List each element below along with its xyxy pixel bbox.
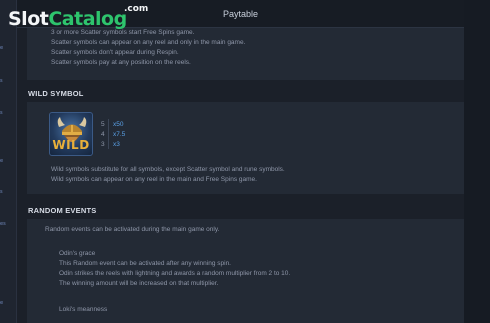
lokis-meanness-title: Loki's meanness xyxy=(59,306,108,313)
rail-item[interactable]: s xyxy=(0,78,3,84)
rail-item[interactable]: e xyxy=(0,300,3,306)
scatter-line: Scatter symbols can appear on any reel a… xyxy=(51,39,246,46)
wild-word: WILD xyxy=(52,138,90,152)
left-nav-rail: e s s e s es e xyxy=(0,0,17,323)
wild-pay-row: 4 x7.5 xyxy=(101,130,125,139)
rail-item[interactable]: s xyxy=(0,189,3,195)
right-edge-strip xyxy=(464,0,490,323)
logo-text-catalog: Catalog xyxy=(48,8,127,30)
rail-item[interactable]: e xyxy=(0,158,3,164)
odins-grace-line: The winning amount will be increased on … xyxy=(59,280,219,287)
random-events-intro: Random events can be activated during th… xyxy=(45,226,220,233)
wild-line: Wild symbols substitute for all symbols,… xyxy=(51,166,285,173)
logo-text-slot: Slot xyxy=(8,8,49,30)
rail-item[interactable]: e xyxy=(0,45,3,51)
pay-count: 3 xyxy=(101,141,105,148)
pay-multiplier: x3 xyxy=(113,141,120,148)
odins-grace-line: Odin strikes the reels with lightning an… xyxy=(59,270,291,277)
pay-count: 5 xyxy=(101,121,105,128)
random-events-panel: Random events can be activated during th… xyxy=(27,219,464,323)
pay-multiplier: x50 xyxy=(113,121,124,128)
wild-line: Wild symbols can appear on any reel in t… xyxy=(51,176,257,183)
odins-grace-line: This Random event can be activated after… xyxy=(59,260,231,267)
scatter-line: Scatter symbols pay at any position on t… xyxy=(51,59,191,66)
wild-pay-row: 5 x50 xyxy=(101,120,123,129)
viking-wild-icon: WILD xyxy=(49,112,93,156)
logo-text-com: .com xyxy=(124,4,149,14)
scatter-line: Scatter symbols don't appear during Resp… xyxy=(51,49,179,56)
slotcatalog-watermark-logo: SlotCatalog .com xyxy=(8,4,148,38)
rail-item[interactable]: s xyxy=(0,110,3,116)
random-events-title: RANDOM EVENTS xyxy=(28,206,97,215)
wild-section-title: WILD SYMBOL xyxy=(28,89,84,98)
rail-item[interactable]: es xyxy=(0,221,6,227)
pay-count: 4 xyxy=(101,131,105,138)
odins-grace-title: Odin's grace xyxy=(59,250,96,257)
pay-multiplier: x7.5 xyxy=(113,131,126,138)
wild-pay-row: 3 x3 xyxy=(101,140,120,149)
